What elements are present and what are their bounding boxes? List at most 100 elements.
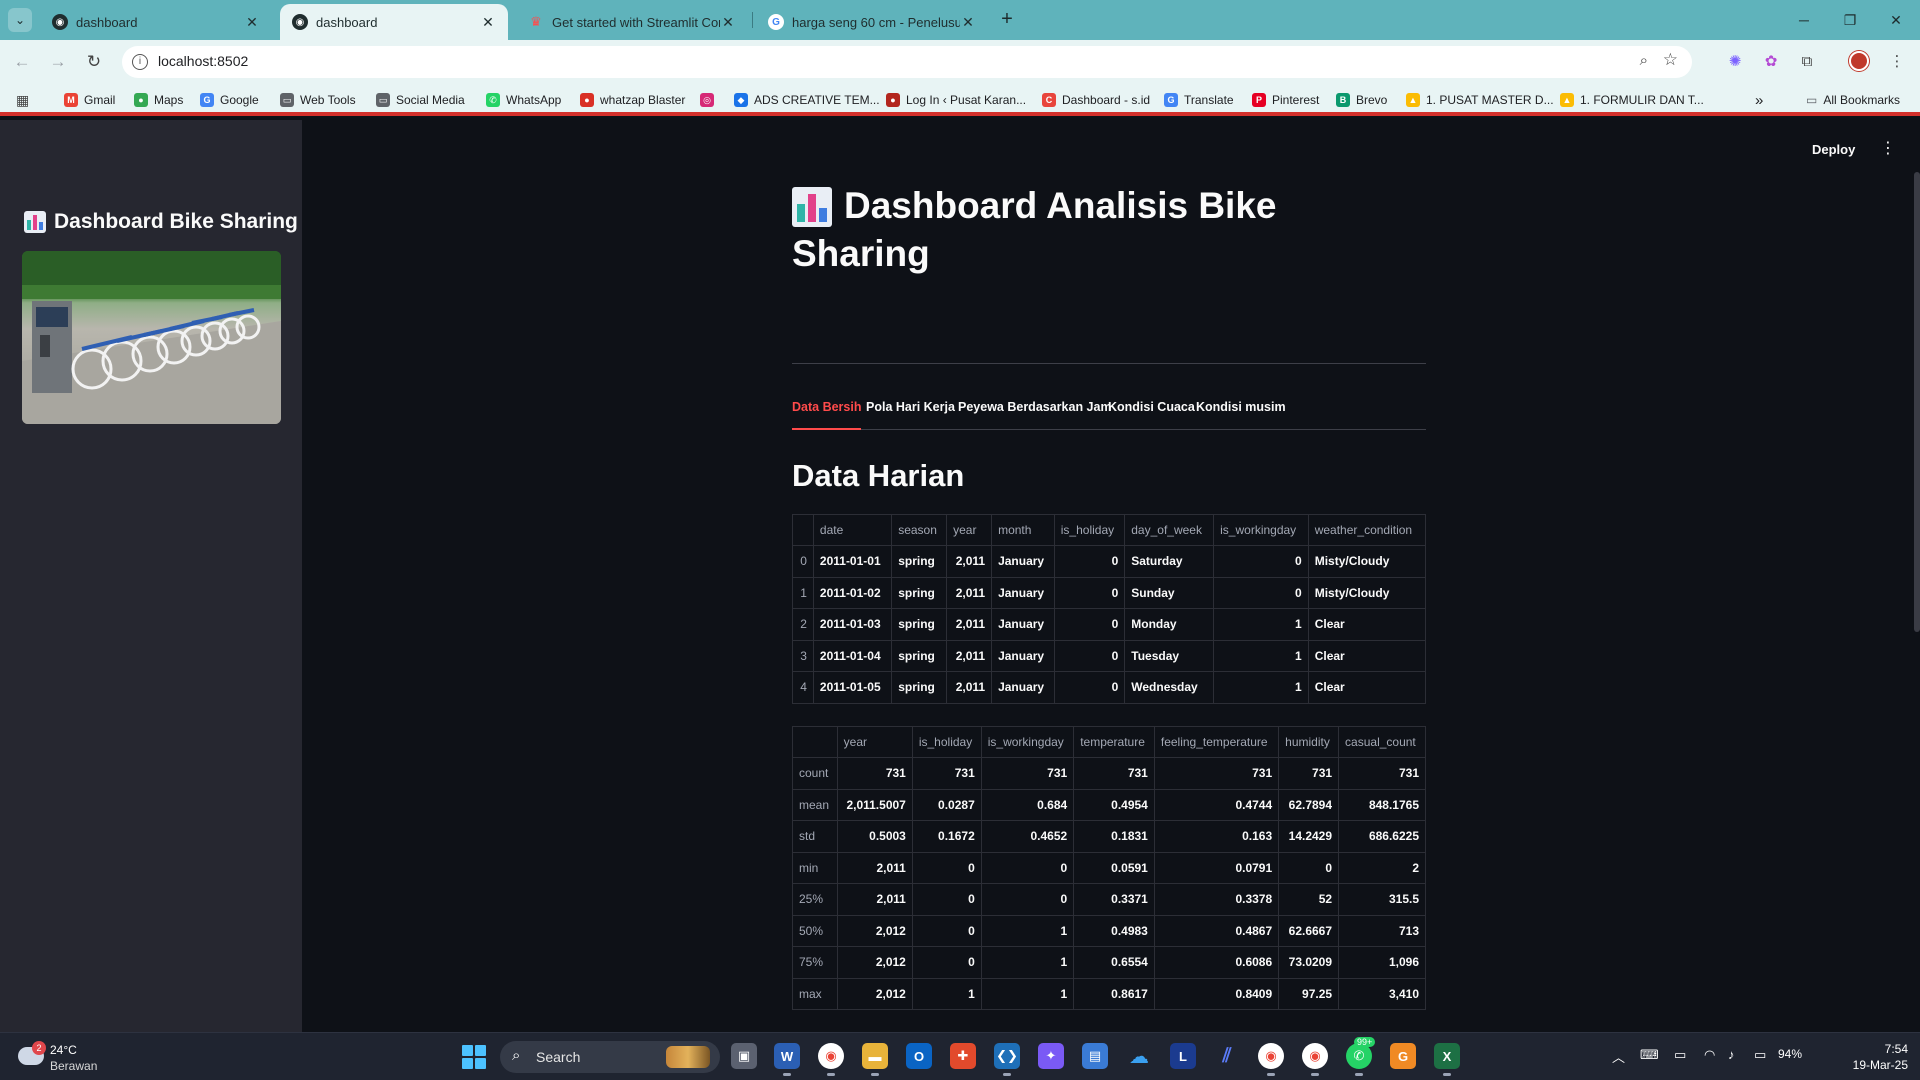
table-cell[interactable]: 2,011	[946, 576, 993, 609]
table-cell[interactable]: 713	[1338, 914, 1426, 947]
chrome-profile-icon[interactable]: ◉	[1258, 1043, 1284, 1076]
column-header[interactable]: is_workingday	[1213, 514, 1309, 546]
store-icon[interactable]: ▤	[1082, 1043, 1108, 1069]
close-icon[interactable]: ✕	[244, 14, 260, 31]
wifi-icon[interactable]: ◠	[1704, 1047, 1715, 1063]
column-header[interactable]: is_holiday	[911, 726, 982, 758]
table-cell[interactable]: Misty/Cloudy	[1307, 576, 1427, 609]
table-cell[interactable]: spring	[891, 608, 948, 641]
table-cell[interactable]: 3,410	[1338, 977, 1426, 1010]
table-cell[interactable]: 0.0287	[911, 788, 982, 821]
table-cell[interactable]: 0	[1213, 545, 1309, 578]
table-cell[interactable]: 2011-01-03	[812, 608, 893, 641]
describe-stats-table[interactable]: year is_holiday is_workingday temperature fe…	[792, 726, 1426, 1010]
minimize-icon[interactable]: ─	[1781, 0, 1827, 40]
table-row[interactable]: 2 2011-01-03 spring 2,011 January 0 Monday 1 Cle…	[792, 608, 1427, 641]
column-header[interactable]: is_workingday	[980, 726, 1075, 758]
table-cell[interactable]: 0	[911, 946, 982, 979]
table-cell[interactable]: 0.0591	[1073, 851, 1155, 884]
tab-pola-hari-kerja[interactable]: Pola Hari Kerja	[866, 400, 955, 429]
table-cell[interactable]: spring	[891, 639, 948, 672]
table-cell[interactable]: 0	[1213, 576, 1309, 609]
taskbar-search[interactable]: ⌕ Search	[500, 1041, 720, 1073]
table-cell[interactable]: 0.3371	[1073, 883, 1155, 916]
browser-tab-active[interactable]: ◉ dashboard ✕	[280, 4, 508, 40]
table-cell[interactable]: 0.5003	[836, 820, 913, 853]
browser-tab[interactable]: G harga seng 60 cm - Penelusura ✕	[756, 4, 988, 40]
table-cell[interactable]: 0.8409	[1153, 977, 1280, 1010]
table-cell[interactable]: 62.6667	[1278, 914, 1340, 947]
table-cell[interactable]: January	[991, 671, 1055, 704]
volume-icon[interactable]: ♪	[1728, 1047, 1735, 1062]
app-g-icon[interactable]: G	[1390, 1043, 1416, 1069]
table-cell[interactable]: 1	[980, 946, 1075, 979]
bookmark-item[interactable]: G Google	[200, 90, 259, 110]
table-cell[interactable]: 2011-01-01	[812, 545, 893, 578]
table-cell[interactable]: Clear	[1307, 639, 1427, 672]
table-cell[interactable]: 686.6225	[1338, 820, 1426, 853]
all-bookmarks-button[interactable]: ▭ All Bookmarks	[1806, 90, 1900, 110]
restore-icon[interactable]: ❐	[1827, 0, 1873, 40]
row-index[interactable]: 1	[792, 576, 814, 609]
close-icon[interactable]: ✕	[480, 14, 496, 31]
bookmark-item[interactable]: ● Maps	[134, 90, 183, 110]
table-cell[interactable]: 2,011	[946, 608, 993, 641]
table-cell[interactable]: Clear	[1307, 671, 1427, 704]
bookmark-item[interactable]: ▲ 1. FORMULIR DAN T...	[1560, 90, 1704, 110]
table-cell[interactable]: January	[991, 545, 1055, 578]
table-row[interactable]: 75% 2,012 0 1 0.6554 0.6086 73.0209 1,096	[792, 946, 1426, 979]
clock[interactable]: 7:54 19-Mar-25	[1818, 1041, 1908, 1073]
battery-icon[interactable]: ▭	[1754, 1047, 1766, 1063]
bookmark-item[interactable]: ◆ ADS CREATIVE TEM...	[734, 90, 880, 110]
bookmark-item[interactable]: P Pinterest	[1252, 90, 1319, 110]
bookmark-item[interactable]: ▲ 1. PUSAT MASTER D...	[1406, 90, 1554, 110]
table-cell[interactable]: 731	[836, 757, 913, 790]
row-index[interactable]: count	[792, 757, 838, 790]
table-cell[interactable]: January	[991, 639, 1055, 672]
table-row[interactable]: min 2,011 0 0 0.0591 0.0791 0 2	[792, 851, 1426, 884]
outlook-icon[interactable]: O	[906, 1043, 932, 1069]
row-index[interactable]: 75%	[792, 946, 838, 979]
table-cell[interactable]: 0.6086	[1153, 946, 1280, 979]
table-cell[interactable]: 97.25	[1278, 977, 1340, 1010]
table-cell[interactable]: 14.2429	[1278, 820, 1340, 853]
table-cell[interactable]: 0	[1278, 851, 1340, 884]
table-cell[interactable]: Misty/Cloudy	[1307, 545, 1427, 578]
bookmark-item[interactable]: ● whatzap Blaster	[580, 90, 685, 110]
column-header[interactable]: casual_count	[1338, 726, 1426, 758]
tab-peyewa-berdasarkan-jam[interactable]: Peyewa Berdasarkan Jam	[958, 400, 1112, 429]
table-row[interactable]: max 2,012 1 1 0.8617 0.8409 97.25 3,410	[792, 977, 1426, 1010]
table-cell[interactable]: 1	[1213, 608, 1309, 641]
bookmark-item[interactable]: C Dashboard - s.id	[1042, 90, 1150, 110]
table-cell[interactable]: Monday	[1124, 608, 1215, 641]
table-cell[interactable]: 1	[911, 977, 982, 1010]
table-cell[interactable]: 2011-01-02	[812, 576, 893, 609]
table-cell[interactable]: 2	[1338, 851, 1426, 884]
row-index[interactable]: 3	[792, 639, 814, 672]
table-cell[interactable]: 0.4652	[980, 820, 1075, 853]
start-button[interactable]	[462, 1045, 486, 1069]
table-cell[interactable]: 315.5	[1338, 883, 1426, 916]
table-cell[interactable]: 0	[1053, 671, 1126, 704]
deploy-button[interactable]: Deploy	[1812, 142, 1855, 157]
bookmark-item[interactable]: ◎	[700, 90, 720, 110]
reload-icon[interactable]: ↻	[82, 50, 106, 74]
tab-kondisi-cuaca[interactable]: Kondisi Cuaca	[1108, 400, 1195, 429]
bookmark-item[interactable]: G Translate	[1164, 90, 1234, 110]
table-row[interactable]: 50% 2,012 0 1 0.4983 0.4867 62.6667 713	[792, 914, 1426, 947]
keyboard-icon[interactable]: ⌨	[1640, 1047, 1659, 1063]
address-bar[interactable]: i localhost:8502 ⌕ ☆	[122, 46, 1692, 78]
table-cell[interactable]: 0.1831	[1073, 820, 1155, 853]
table-cell[interactable]: 0.0791	[1153, 851, 1280, 884]
row-index[interactable]: std	[792, 820, 838, 853]
back-icon[interactable]: ←	[10, 50, 34, 74]
bookmark-item[interactable]: B Brevo	[1336, 90, 1387, 110]
bookmark-item[interactable]: ▭ Social Media	[376, 90, 465, 110]
bookmark-item[interactable]: ● Log In ‹ Pusat Karan...	[886, 90, 1026, 110]
weather-widget[interactable]: 2 24°C Berawan	[18, 1041, 128, 1073]
scrollbar[interactable]	[1914, 172, 1920, 632]
excel-icon[interactable]: X	[1434, 1043, 1460, 1076]
table-cell[interactable]: 2,011.5007	[836, 788, 913, 821]
table-cell[interactable]: 0	[980, 883, 1075, 916]
column-header[interactable]: day_of_week	[1124, 514, 1215, 546]
